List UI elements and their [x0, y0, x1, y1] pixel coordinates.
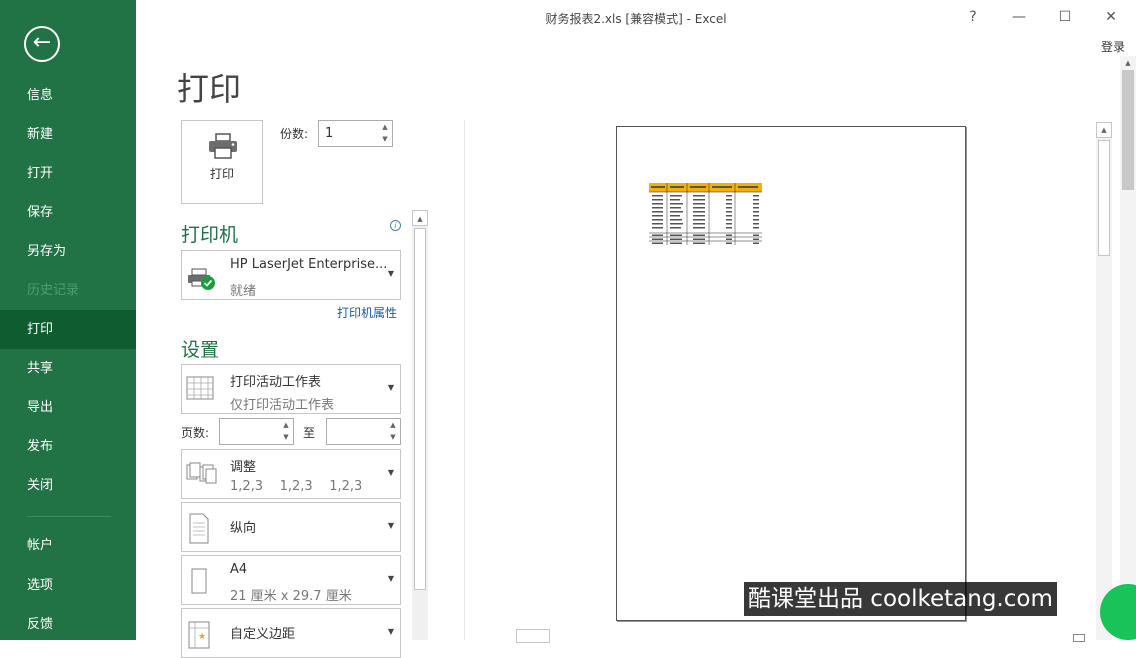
custom-margins-icon: ★ [186, 619, 212, 655]
scrollbar-thumb[interactable] [1098, 140, 1110, 256]
collate-sub: 1,2,3 1,2,3 1,2,3 [230, 479, 363, 494]
stepper-arrows-icon[interactable]: ▲ ▼ [386, 419, 400, 444]
stepper-arrows-icon[interactable]: ▲ ▼ [378, 121, 392, 146]
back-arrow-icon[interactable]: ← [24, 26, 60, 62]
preview-scrollbar[interactable]: ▲ [1096, 122, 1112, 640]
nav-item-open[interactable]: 打开 [0, 154, 136, 193]
nav-item-info[interactable]: 信息 [0, 76, 136, 115]
signin-link[interactable]: 登录 [1101, 38, 1125, 55]
margins-main: 自定义边距 [230, 627, 296, 642]
chevron-down-icon: ▼ [387, 269, 394, 278]
printer-ready-icon [186, 261, 218, 297]
scrollbar-thumb[interactable] [1122, 70, 1134, 190]
nav-item-publish[interactable]: 发布 [0, 427, 136, 466]
scroll-up-icon[interactable]: ▲ [1096, 122, 1112, 138]
collate-main: 调整 [230, 460, 257, 475]
minimize-button[interactable]: — [1004, 6, 1034, 28]
paper-size-icon [186, 566, 212, 602]
print-button-label: 打印 [209, 167, 234, 181]
panel-divider [464, 120, 465, 640]
portrait-page-icon [186, 513, 212, 549]
printer-heading: 打印机 [181, 224, 239, 246]
nav-item-close[interactable]: 关闭 [0, 466, 136, 505]
print-scope-sub: 仅打印活动工作表 [230, 398, 335, 413]
chevron-down-icon: ▼ [387, 468, 394, 477]
scroll-up-icon[interactable]: ▲ [412, 210, 428, 226]
collated-pages-icon [186, 460, 220, 492]
show-margins-icon[interactable] [1073, 634, 1085, 642]
nav-item-feedback[interactable]: 反馈 [0, 605, 136, 644]
printer-name: HP LaserJet Enterprise... [230, 257, 388, 272]
preview-sheet-thumbnail [649, 183, 762, 245]
chevron-down-icon: ▼ [387, 383, 394, 392]
chevron-down-icon: ▼ [387, 574, 394, 583]
nav-item-options[interactable]: 选项 [0, 566, 136, 605]
pages-label: 页数: [181, 426, 210, 440]
nav-item-new[interactable]: 新建 [0, 115, 136, 154]
printer-properties-link[interactable]: 打印机属性 [337, 304, 397, 321]
pages-to-stepper[interactable]: ▲ ▼ [326, 418, 401, 445]
chevron-down-icon: ▼ [387, 627, 394, 636]
page-title: 打印 [177, 70, 242, 108]
paper-size-sub: 21 厘米 x 29.7 厘米 [230, 589, 352, 604]
printer-icon [208, 133, 238, 163]
nav-separator [27, 516, 111, 517]
nav-item-history: 历史记录 [27, 283, 80, 298]
print-scope-dropdown[interactable]: 打印活动工作表 仅打印活动工作表 ▼ [181, 364, 401, 414]
print-preview-page [616, 126, 966, 621]
orientation-dropdown[interactable]: 纵向 ▼ [181, 502, 401, 552]
margins-dropdown[interactable]: ★ 自定义边距 ▼ [181, 608, 401, 658]
settings-heading: 设置 [181, 339, 220, 361]
chevron-down-icon: ▼ [387, 521, 394, 530]
info-icon[interactable]: i [390, 220, 401, 231]
watermark: 酷课堂出品 coolketang.com [744, 582, 1057, 616]
title-bar: 财务报表2.xls [兼容模式] - Excel ? — ☐ ✕ [136, 0, 1136, 36]
print-button[interactable]: 打印 [181, 120, 263, 204]
nav-item-export[interactable]: 导出 [0, 388, 136, 427]
backstage-nav: ← 信息 新建 打开 保存 另存为 历史记录 打印 共享 导出 发布 关闭 帐户… [0, 0, 136, 640]
nav-item-save[interactable]: 保存 [0, 193, 136, 232]
paper-size-dropdown[interactable]: A4 21 厘米 x 29.7 厘米 ▼ [181, 555, 401, 605]
close-button[interactable]: ✕ [1096, 6, 1126, 28]
nav-item-print[interactable]: 打印 [0, 310, 136, 349]
scroll-up-icon[interactable]: ▲ [1120, 56, 1136, 70]
copies-label: 份数: [280, 127, 309, 141]
nav-item-share[interactable]: 共享 [0, 349, 136, 388]
paper-size-main: A4 [230, 562, 248, 577]
worksheet-grid-icon [186, 375, 216, 407]
scrollbar-thumb[interactable] [414, 228, 426, 590]
maximize-button[interactable]: ☐ [1050, 6, 1080, 28]
help-button[interactable]: ? [958, 6, 988, 28]
copies-stepper[interactable]: 1 ▲ ▼ [318, 120, 393, 147]
nav-item-save-as[interactable]: 另存为 [0, 232, 136, 271]
settings-scrollbar[interactable]: ▲ [412, 210, 428, 640]
nav-item-account[interactable]: 帐户 [0, 526, 136, 565]
print-scope-main: 打印活动工作表 [230, 375, 322, 390]
orientation-main: 纵向 [230, 521, 257, 536]
copies-value: 1 [325, 126, 334, 141]
printer-dropdown[interactable]: HP LaserJet Enterprise... 就绪 ▼ [181, 250, 401, 300]
collate-dropdown[interactable]: 调整 1,2,3 1,2,3 1,2,3 ▼ [181, 449, 401, 499]
page-number-input[interactable] [516, 629, 550, 643]
svg-text:★: ★ [198, 632, 206, 642]
backstage-scrollbar[interactable]: ▲ [1120, 56, 1136, 640]
pages-to-label: 至 [303, 426, 316, 440]
printer-status: 就绪 [230, 284, 257, 299]
stepper-arrows-icon[interactable]: ▲ ▼ [279, 419, 293, 444]
pages-from-stepper[interactable]: ▲ ▼ [219, 418, 294, 445]
